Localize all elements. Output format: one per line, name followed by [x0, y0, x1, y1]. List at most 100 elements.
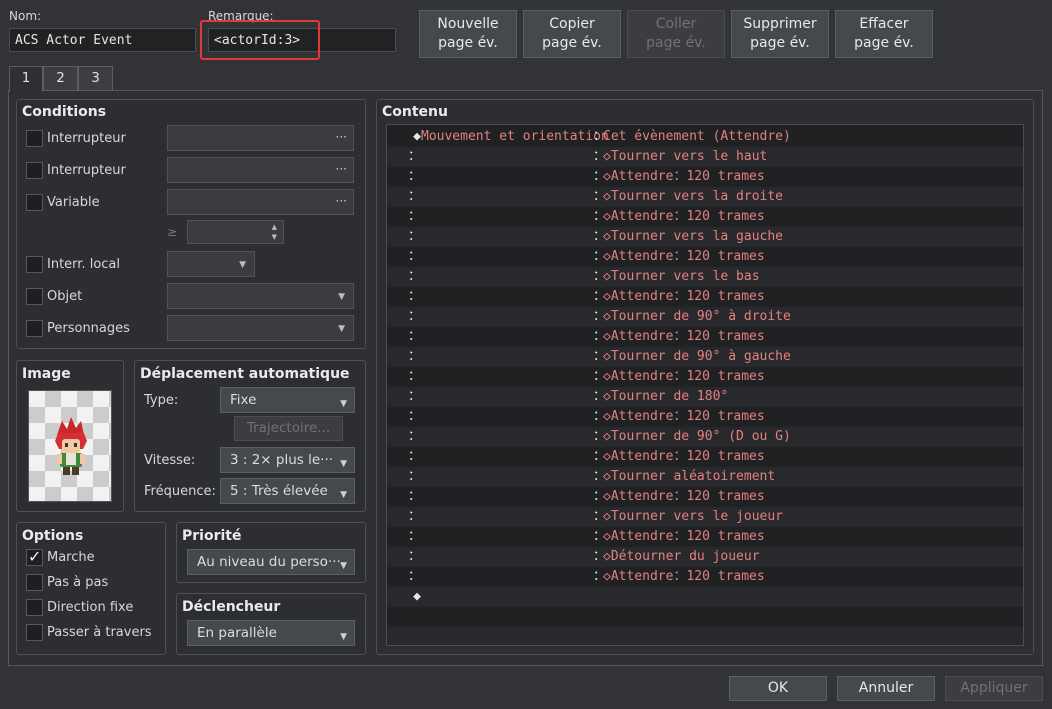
table-row[interactable]: ◆Mouvement et orientation：Cet évènement …	[387, 127, 1023, 147]
item-checkbox[interactable]	[26, 288, 43, 305]
switch2-field[interactable]: ···	[167, 157, 354, 183]
actor-checkbox[interactable]	[26, 320, 43, 337]
clear-page-button[interactable]: Effacer page év.	[835, 10, 933, 58]
paste-page-line2: page év.	[646, 35, 706, 51]
name-input[interactable]: ACS Actor Event	[9, 28, 196, 52]
character-image[interactable]	[28, 390, 112, 502]
speed-label: Vitesse:	[144, 453, 196, 468]
ge-symbol: ≥	[167, 225, 178, 239]
row-prefix: ：	[407, 169, 421, 184]
table-row[interactable]: ：：◇Attendre：120 trames	[387, 567, 1023, 587]
row-prefix: ：	[407, 369, 421, 384]
row-text: ◇Tourner vers la gauche	[603, 229, 784, 244]
row-prefix: ：	[407, 269, 421, 284]
table-row[interactable]: ：：◇Attendre：120 trames	[387, 407, 1023, 427]
cancel-button[interactable]: Annuler	[837, 676, 935, 701]
self-switch-checkbox[interactable]	[26, 256, 43, 273]
table-row[interactable]: ：：◇Attendre：120 trames	[387, 167, 1023, 187]
table-row[interactable]: ：：◇Attendre：120 trames	[387, 247, 1023, 267]
switch1-dots: ···	[335, 130, 347, 144]
row-prefix: ：	[407, 349, 421, 364]
frequency-select[interactable]: 5 : Très élevée ▼	[220, 478, 355, 504]
table-row[interactable]: ：：◇Tourner vers la droite	[387, 187, 1023, 207]
row-prefix: ：	[407, 449, 421, 464]
row-prefix: ◆	[413, 589, 421, 604]
row-text: ◇Tourner de 180°	[603, 389, 729, 404]
self-switch-select[interactable]: ▼	[167, 251, 255, 277]
table-row[interactable]: ：：◇Tourner aléatoirement	[387, 467, 1023, 487]
table-row[interactable]: ：：◇Tourner de 180°	[387, 387, 1023, 407]
copy-page-button[interactable]: Copier page év.	[523, 10, 621, 58]
row-separator: ：	[593, 309, 607, 324]
row-separator: ：	[593, 129, 607, 144]
trigger-chevron-down-icon: ▼	[340, 632, 347, 642]
switch1-checkbox[interactable]	[26, 130, 43, 147]
tab-2[interactable]: 2	[43, 66, 78, 91]
table-row[interactable]: ：：◇Attendre：120 trames	[387, 367, 1023, 387]
table-row[interactable]: ：：◇Attendre：120 trames	[387, 327, 1023, 347]
through-label: Passer à travers	[47, 625, 152, 640]
row-text: ◇Attendre：120 trames	[603, 209, 765, 224]
row-prefix: ：	[407, 329, 421, 344]
type-select[interactable]: Fixe ▼	[220, 387, 355, 413]
row-separator: ：	[593, 509, 607, 524]
row-text: ◇Tourner de 90° à droite	[603, 309, 791, 324]
row-prefix: ：	[407, 209, 421, 224]
apply-button[interactable]: Appliquer	[945, 676, 1043, 701]
table-row[interactable]: ：：◇Attendre：120 trames	[387, 287, 1023, 307]
variable-value-spinner[interactable]: ▲ ▼	[187, 220, 284, 244]
table-row[interactable]: ：：◇Tourner de 90° (D ou G)	[387, 427, 1023, 447]
actor-select[interactable]: ▼	[167, 315, 354, 341]
paste-page-button[interactable]: Coller page év.	[627, 10, 725, 58]
priority-select[interactable]: Au niveau du perso··· ▼	[187, 549, 355, 575]
table-row[interactable]: ：：◇Tourner de 90° à droite	[387, 307, 1023, 327]
table-row[interactable]: ：：◇Attendre：120 trames	[387, 487, 1023, 507]
table-row[interactable]: ：：◇Attendre：120 trames	[387, 527, 1023, 547]
trigger-title: Déclencheur	[182, 599, 281, 615]
tab-1[interactable]: 1	[9, 66, 43, 92]
direction-fix-checkbox[interactable]	[26, 599, 43, 616]
event-command-list[interactable]: ◆Mouvement et orientation：Cet évènement …	[386, 124, 1024, 646]
route-button[interactable]: Trajectoire...	[234, 416, 343, 441]
spinner-arrows-icon[interactable]: ▲ ▼	[272, 222, 277, 242]
variable-checkbox[interactable]	[26, 194, 43, 211]
speed-select[interactable]: 3 : 2× plus le··· ▼	[220, 447, 355, 473]
conditions-title: Conditions	[22, 104, 107, 120]
switch1-field[interactable]: ···	[167, 125, 354, 151]
tab-3[interactable]: 3	[78, 66, 113, 91]
table-row[interactable]: ：：◇Attendre：120 trames	[387, 207, 1023, 227]
character-sprite-icon	[55, 417, 87, 475]
through-checkbox[interactable]	[26, 624, 43, 641]
switch2-checkbox[interactable]	[26, 162, 43, 179]
row-text: ◇Attendre：120 trames	[603, 169, 765, 184]
type-label: Type:	[144, 393, 179, 408]
trigger-select[interactable]: En parallèle ▼	[187, 620, 355, 646]
stepping-label: Pas à pas	[47, 575, 109, 590]
table-row[interactable]: ：：◇Tourner vers le bas	[387, 267, 1023, 287]
table-row[interactable]: ：：◇Détourner du joueur	[387, 547, 1023, 567]
walking-checkbox[interactable]	[26, 547, 43, 566]
item-select[interactable]: ▼	[167, 283, 354, 309]
row-prefix: ：	[407, 389, 421, 404]
new-page-line1: Nouvelle	[437, 16, 499, 32]
delete-page-button[interactable]: Supprimer page év.	[731, 10, 829, 58]
row-separator: ：	[593, 489, 607, 504]
table-row[interactable]: ◆	[387, 587, 1023, 607]
actor-label: Personnages	[47, 321, 130, 336]
table-row[interactable]: ：：◇Tourner vers la gauche	[387, 227, 1023, 247]
row-text: ◇Attendre：120 trames	[603, 289, 765, 304]
empty-row	[387, 627, 1023, 645]
row-prefix: ：	[407, 149, 421, 164]
table-row[interactable]: ：：◇Tourner vers le haut	[387, 147, 1023, 167]
new-page-button[interactable]: Nouvelle page év.	[419, 10, 517, 58]
table-row[interactable]: ：：◇Attendre：120 trames	[387, 447, 1023, 467]
delete-page-line2: page év.	[750, 35, 810, 51]
row-separator: ：	[593, 369, 607, 384]
variable-field[interactable]: ···	[167, 189, 354, 215]
variable-label: Variable	[47, 195, 100, 210]
ok-button[interactable]: OK	[729, 676, 827, 701]
stepping-checkbox[interactable]	[26, 574, 43, 591]
row-separator: ：	[593, 229, 607, 244]
table-row[interactable]: ：：◇Tourner vers le joueur	[387, 507, 1023, 527]
table-row[interactable]: ：：◇Tourner de 90° à gauche	[387, 347, 1023, 367]
